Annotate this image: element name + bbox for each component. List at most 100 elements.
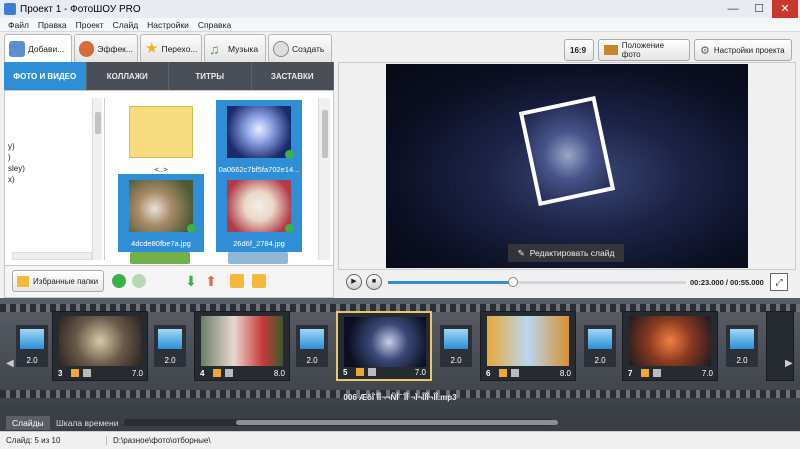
effects-palette-icon (79, 40, 95, 57)
audio-track-label[interactable]: 006 ÆõÎ¨ÎÎ¬¬ÑÎ¨¨ÎÎ ¬Ï¬ÎÎÎ¬ÎÎ.mp3 (0, 393, 800, 402)
tab-create[interactable]: Создать (268, 34, 332, 62)
tree-item[interactable]: х) (8, 174, 104, 185)
added-check-icon (285, 224, 294, 233)
favorite-folders-button[interactable]: Избранные папки (12, 270, 104, 292)
play-button[interactable]: ▶ (346, 274, 362, 290)
fullscreen-button[interactable]: ⤢ (770, 273, 788, 291)
project-settings-button[interactable]: ⚙ Настройки проекта (694, 39, 792, 61)
current-path: D:\разное\фото\отборные\ (106, 436, 211, 445)
tab-transitions[interactable]: ★ Перехо... (140, 34, 202, 62)
menu-project[interactable]: Проект (76, 20, 104, 30)
transition-slot[interactable]: 2.0 (584, 325, 616, 367)
tree-scrollbar[interactable] (92, 98, 102, 260)
edit-slide-button[interactable]: ✎ Редактировать слайд (508, 244, 624, 262)
progress-fill (388, 281, 514, 284)
file-thumb-parent[interactable]: <..> (118, 100, 204, 178)
transition-duration: 2.0 (164, 356, 176, 365)
transition-slot[interactable]: 2.0 (296, 325, 328, 367)
folder-tree[interactable]: у) ) sley) х) (8, 97, 104, 259)
files-scrollbar[interactable] (318, 98, 330, 260)
transition-slot[interactable]: 2.0 (440, 325, 472, 367)
title-bar: Проект 1 - ФотоШОУ PRO — ☐ ✕ (0, 0, 800, 18)
slide-item-partial[interactable] (766, 311, 794, 381)
edit-icon[interactable] (213, 369, 221, 377)
aspect-ratio-button[interactable]: 16:9 (564, 39, 594, 61)
photo-position-button[interactable]: Положение фото (598, 39, 690, 61)
sound-icon[interactable] (368, 368, 376, 376)
file-thumb[interactable]: 4dcde80fbe7a.jpg (118, 174, 204, 252)
forward-arrow-icon[interactable] (132, 274, 146, 288)
tab-label: Эффек... (97, 43, 133, 54)
star-transition-icon: ★ (145, 39, 159, 57)
edit-icon[interactable] (499, 369, 507, 377)
menu-settings[interactable]: Настройки (147, 20, 189, 30)
sound-icon[interactable] (653, 369, 661, 377)
subtab-intros[interactable]: ЗАСТАВКИ (252, 62, 334, 90)
sound-icon[interactable] (225, 369, 233, 377)
transition-duration: 2.0 (594, 356, 606, 365)
subtab-titles[interactable]: ТИТРЫ (169, 62, 252, 90)
menu-file[interactable]: Файл (8, 20, 29, 30)
transition-duration: 2.0 (736, 356, 748, 365)
stop-button[interactable]: ■ (366, 274, 382, 290)
button-label: Положение фото (621, 41, 665, 59)
scroll-left-icon[interactable]: ◀ (6, 358, 14, 369)
thumb-image (228, 252, 288, 264)
menu-help[interactable]: Справка (198, 20, 231, 30)
sound-icon[interactable] (83, 369, 91, 377)
timeline-scroll-thumb[interactable] (236, 420, 558, 425)
tab-effects[interactable]: Эффек... (74, 34, 138, 62)
menu-slide[interactable]: Слайд (113, 20, 139, 30)
transition-duration: 2.0 (26, 356, 38, 365)
menu-edit[interactable]: Правка (38, 20, 67, 30)
slide-thumb (201, 316, 283, 366)
slide-item-selected[interactable]: 5 7.0 (336, 311, 432, 381)
transition-thumb (158, 329, 182, 349)
edit-icon[interactable] (356, 368, 364, 376)
slide-item[interactable]: 3 7.0 (52, 311, 148, 381)
move-down-icon[interactable]: ⬇ (184, 274, 198, 288)
maximize-button[interactable]: ☐ (746, 0, 772, 18)
edit-icon[interactable] (71, 369, 79, 377)
slide-counter: Слайд: 5 из 10 (6, 436, 61, 445)
files-scroll-thumb[interactable] (322, 110, 328, 158)
tree-scroll-thumb[interactable] (95, 112, 101, 134)
add-folder-icon[interactable] (230, 274, 244, 288)
menu-bar: Файл Правка Проект Слайд Настройки Справ… (0, 18, 800, 32)
slide-item[interactable]: 4 8.0 (194, 311, 290, 381)
edit-icon[interactable] (641, 369, 649, 377)
transition-thumb (444, 329, 468, 349)
tree-item[interactable]: sley) (8, 163, 104, 174)
slide-thumb (629, 316, 711, 366)
minimize-button[interactable]: — (720, 0, 746, 18)
tab-add-photos[interactable]: Добави... (4, 34, 72, 62)
move-up-icon[interactable]: ⬆ (204, 274, 218, 288)
file-thumb[interactable]: 26d6f_2784.jpg (216, 174, 302, 252)
slide-item[interactable]: 7 7.0 (622, 311, 718, 381)
tree-item[interactable]: ) (8, 152, 104, 163)
tree-item[interactable]: у) (8, 141, 104, 152)
transition-slot[interactable]: 2.0 (16, 325, 48, 367)
slide-item[interactable]: 6 8.0 (480, 311, 576, 381)
transition-slot[interactable]: 2.0 (154, 325, 186, 367)
tab-music[interactable]: ♫ Музыка (204, 34, 266, 62)
close-button[interactable]: ✕ (772, 0, 798, 18)
file-caption: 26d6f_2784.jpg (233, 239, 285, 248)
transition-duration: 2.0 (306, 356, 318, 365)
thumb-image (227, 180, 291, 232)
slide-thumb (344, 317, 426, 367)
subtab-photo-video[interactable]: ФОТО И ВИДЕО (4, 62, 87, 90)
tree-hscrollbar[interactable] (12, 252, 92, 260)
file-thumb[interactable]: 0a0662c7bf5fa702e14... (216, 100, 302, 178)
button-label: Избранные папки (33, 276, 99, 286)
button-label: Настройки проекта (713, 45, 785, 55)
tab-timeline[interactable]: Шкала времени (50, 416, 124, 430)
sound-icon[interactable] (511, 369, 519, 377)
transition-slot[interactable]: 2.0 (726, 325, 758, 367)
back-arrow-icon[interactable] (112, 274, 126, 288)
thumb-image (130, 252, 190, 264)
tab-slides[interactable]: Слайды (6, 416, 50, 430)
scroll-right-icon[interactable]: ▶ (785, 358, 793, 369)
add-all-folder-icon[interactable] (252, 274, 266, 288)
subtab-collages[interactable]: КОЛЛАЖИ (87, 62, 169, 90)
